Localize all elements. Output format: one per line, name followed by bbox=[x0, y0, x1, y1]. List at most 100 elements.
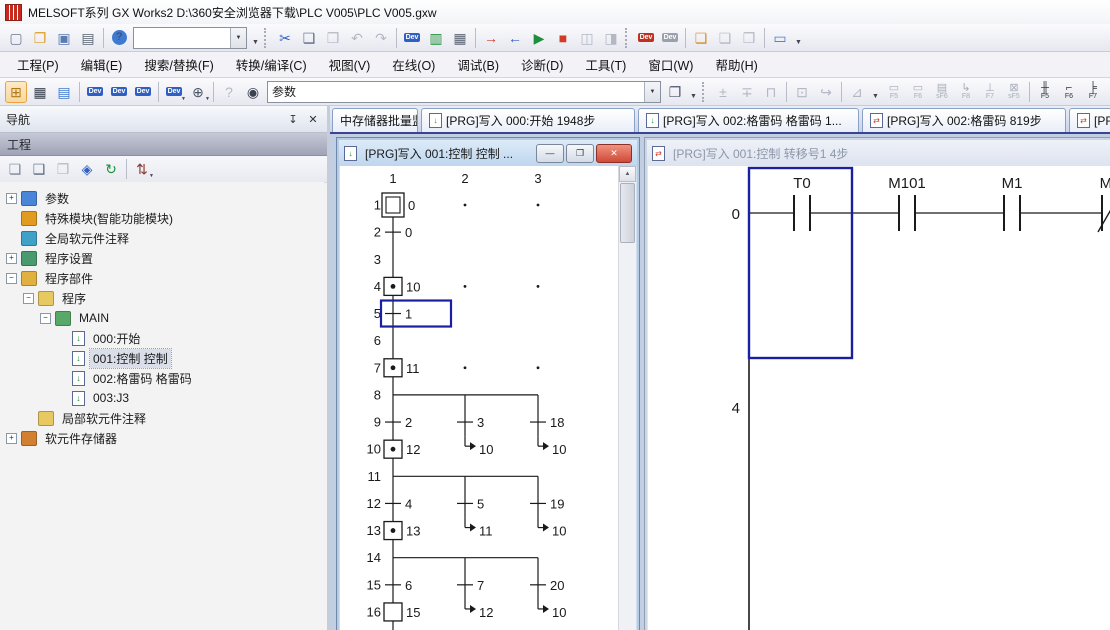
module-configuration-icon[interactable]: ▦ bbox=[29, 81, 51, 103]
device-monitor-icon[interactable]: ▦ bbox=[449, 27, 471, 49]
device-find-icon[interactable]: ❐ bbox=[664, 81, 686, 103]
ladder-window-title-bar[interactable]: ⇄ [PRG]写入 001:控制 转移号1 4步 bbox=[647, 140, 1110, 166]
print-icon[interactable]: ▤ bbox=[77, 27, 99, 49]
menu-item-3[interactable]: 搜索/替换(F) bbox=[133, 51, 224, 78]
save-project-icon[interactable]: ▣ bbox=[53, 27, 75, 49]
statement-display-icon[interactable]: Dev bbox=[108, 81, 130, 103]
find-icon[interactable]: ◉ bbox=[242, 81, 264, 103]
nav-sort-icon[interactable]: ⇅▼ bbox=[131, 158, 153, 180]
work-window-icon[interactable]: ▤ bbox=[53, 81, 75, 103]
read-from-plc-icon[interactable]: ← bbox=[504, 27, 526, 49]
menu-item-2[interactable]: 编辑(E) bbox=[70, 51, 134, 78]
sfc-vertical-scrollbar[interactable]: ▲ bbox=[618, 166, 636, 630]
edit-overflow-icon[interactable]: ▼ bbox=[869, 81, 882, 103]
device-comment-find-icon[interactable]: Dev bbox=[401, 27, 423, 49]
pin-icon[interactable]: ↧ bbox=[285, 111, 301, 127]
monitor-stop-icon[interactable]: ■ bbox=[552, 27, 574, 49]
tree-item[interactable]: 特殊模块(智能功能模块) bbox=[0, 208, 324, 228]
sfc-diagram-canvas[interactable]: 1231020341051671189231810121010111245191… bbox=[340, 166, 636, 630]
menu-item-9[interactable]: 工具(T) bbox=[574, 51, 637, 78]
ladder-diagram-canvas[interactable]: 04T0M101M1M4 bbox=[648, 166, 1110, 630]
tree-item[interactable]: −程序 bbox=[0, 288, 324, 308]
standard-overflow-icon[interactable]: ▼ bbox=[249, 27, 262, 49]
write-to-plc-icon[interactable]: → bbox=[480, 27, 502, 49]
nav-property-icon[interactable]: ◈ bbox=[76, 158, 98, 180]
tree-item[interactable]: ↓000:开始 bbox=[0, 328, 324, 348]
statement-list-icon[interactable]: ❏ bbox=[690, 27, 712, 49]
tree-item[interactable]: ↓ 001:控制 控制 bbox=[0, 348, 324, 368]
collapse-icon[interactable]: − bbox=[40, 313, 51, 324]
fkey-F7-icon[interactable]: ╞F7 bbox=[1081, 80, 1105, 104]
tree-item[interactable]: +软元件存储器 bbox=[0, 428, 324, 448]
tree-item[interactable]: −MAIN bbox=[0, 308, 324, 328]
menu-item-4[interactable]: 转换/编译(C) bbox=[225, 51, 318, 78]
expand-icon[interactable]: + bbox=[6, 193, 17, 204]
menu-item-8[interactable]: 诊断(D) bbox=[510, 51, 574, 78]
monitor-mode-icon[interactable]: ▥ bbox=[425, 27, 447, 49]
statement-display-icon-glyph: Dev bbox=[111, 87, 128, 96]
view-overflow-icon[interactable]: ▼ bbox=[687, 81, 700, 103]
sfc-window-title-bar[interactable]: ↓ [PRG]写入 001:控制 控制 ... — ❐ ✕ bbox=[339, 140, 637, 166]
close-icon[interactable]: ✕ bbox=[305, 111, 321, 127]
document-tab-1[interactable]: 中存储器批量监视-1 bbox=[332, 108, 418, 132]
zoom-icon[interactable]: ⊕▼ bbox=[187, 81, 209, 103]
document-tab-2[interactable]: ↓[PRG]写入 000:开始 1948步 bbox=[421, 108, 635, 132]
tree-item[interactable]: −程序部件 bbox=[0, 268, 324, 288]
menu-item-5[interactable]: 视图(V) bbox=[318, 51, 382, 78]
fkey-F6-icon[interactable]: ⌐F6 bbox=[1057, 80, 1081, 104]
document-tab-5[interactable]: ⇄[PRG] bbox=[1069, 108, 1110, 132]
document-tab-bar: 中存储器批量监视-1↓[PRG]写入 000:开始 1948步↓[PRG]写入 … bbox=[330, 106, 1110, 134]
scroll-up-icon[interactable]: ▲ bbox=[619, 166, 636, 182]
sfc-row-number: 8 bbox=[374, 387, 381, 402]
collapse-icon[interactable]: − bbox=[6, 273, 17, 284]
nav-refresh-icon[interactable]: ↻ bbox=[100, 158, 122, 180]
navigation-window-icon[interactable]: ⊞ bbox=[5, 81, 27, 103]
display-content-icon-glyph: Dev bbox=[166, 87, 183, 96]
fkey-F5-icon[interactable]: ╫F5 bbox=[1033, 80, 1057, 104]
menu-item-6[interactable]: 在线(O) bbox=[381, 51, 446, 78]
sfc-row-number: 15 bbox=[367, 577, 381, 592]
connection-destination-icon[interactable]: ▭ bbox=[769, 27, 791, 49]
collapse-icon[interactable]: − bbox=[23, 293, 34, 304]
tree-item[interactable]: 全局软元件注释 bbox=[0, 228, 324, 248]
menu-item-7[interactable]: 调试(B) bbox=[446, 51, 510, 78]
tab-label: [PRG] bbox=[1094, 114, 1110, 128]
nav-copy-icon[interactable]: ❑ bbox=[28, 158, 50, 180]
help-icon[interactable]: ? bbox=[108, 27, 130, 49]
document-tab-4[interactable]: ⇄[PRG]写入 002:格雷码 819步 bbox=[862, 108, 1066, 132]
sfc-jump-arrow bbox=[543, 442, 549, 450]
tree-item-label: 001:控制 控制 bbox=[90, 349, 171, 368]
expand-icon[interactable]: + bbox=[6, 253, 17, 264]
device-comment-display-icon[interactable]: Dev bbox=[84, 81, 106, 103]
menu-item-1[interactable]: 工程(P) bbox=[6, 51, 70, 78]
standard-overflow2-icon[interactable]: ▼ bbox=[792, 27, 805, 49]
tree-item[interactable]: ↓003:J3 bbox=[0, 388, 324, 408]
copy-icon[interactable]: ❑ bbox=[298, 27, 320, 49]
target-combo[interactable]: 参数▼ bbox=[267, 81, 661, 103]
note-display-icon[interactable]: Dev bbox=[132, 81, 154, 103]
minimize-button[interactable]: — bbox=[536, 144, 564, 163]
monitor-start-icon[interactable]: ▶ bbox=[528, 27, 550, 49]
cut-icon[interactable]: ✂ bbox=[274, 27, 296, 49]
sfc-grid-dot bbox=[464, 285, 467, 288]
tree-item-label: 全局软元件注释 bbox=[42, 229, 132, 248]
display-content-icon[interactable]: Dev▼ bbox=[163, 81, 185, 103]
nav-new-icon[interactable]: ❏ bbox=[4, 158, 26, 180]
menu-item-10[interactable]: 窗口(W) bbox=[637, 51, 704, 78]
restore-button[interactable]: ❐ bbox=[566, 144, 594, 163]
tree-item-label: 特殊模块(智能功能模块) bbox=[42, 209, 176, 228]
scrollbar-thumb[interactable] bbox=[620, 183, 635, 243]
open-project-icon[interactable]: ❐ bbox=[29, 27, 51, 49]
sfc-program-icon: ↓ bbox=[72, 351, 85, 366]
data-logging-icon[interactable]: Dev bbox=[635, 27, 657, 49]
tree-item[interactable]: +参数 bbox=[0, 188, 324, 208]
tree-item[interactable]: ↓002:格雷码 格雷码 bbox=[0, 368, 324, 388]
expand-icon[interactable]: + bbox=[6, 433, 17, 444]
tree-item[interactable]: +程序设置 bbox=[0, 248, 324, 268]
quick-access-combo[interactable]: ▼ bbox=[133, 27, 247, 49]
menu-item-11[interactable]: 帮助(H) bbox=[704, 51, 768, 78]
new-project-icon[interactable]: ▢ bbox=[5, 27, 27, 49]
tree-item[interactable]: 局部软元件注释 bbox=[0, 408, 324, 428]
close-button[interactable]: ✕ bbox=[596, 144, 632, 163]
document-tab-3[interactable]: ↓[PRG]写入 002:格雷码 格雷码 1... bbox=[638, 108, 859, 132]
